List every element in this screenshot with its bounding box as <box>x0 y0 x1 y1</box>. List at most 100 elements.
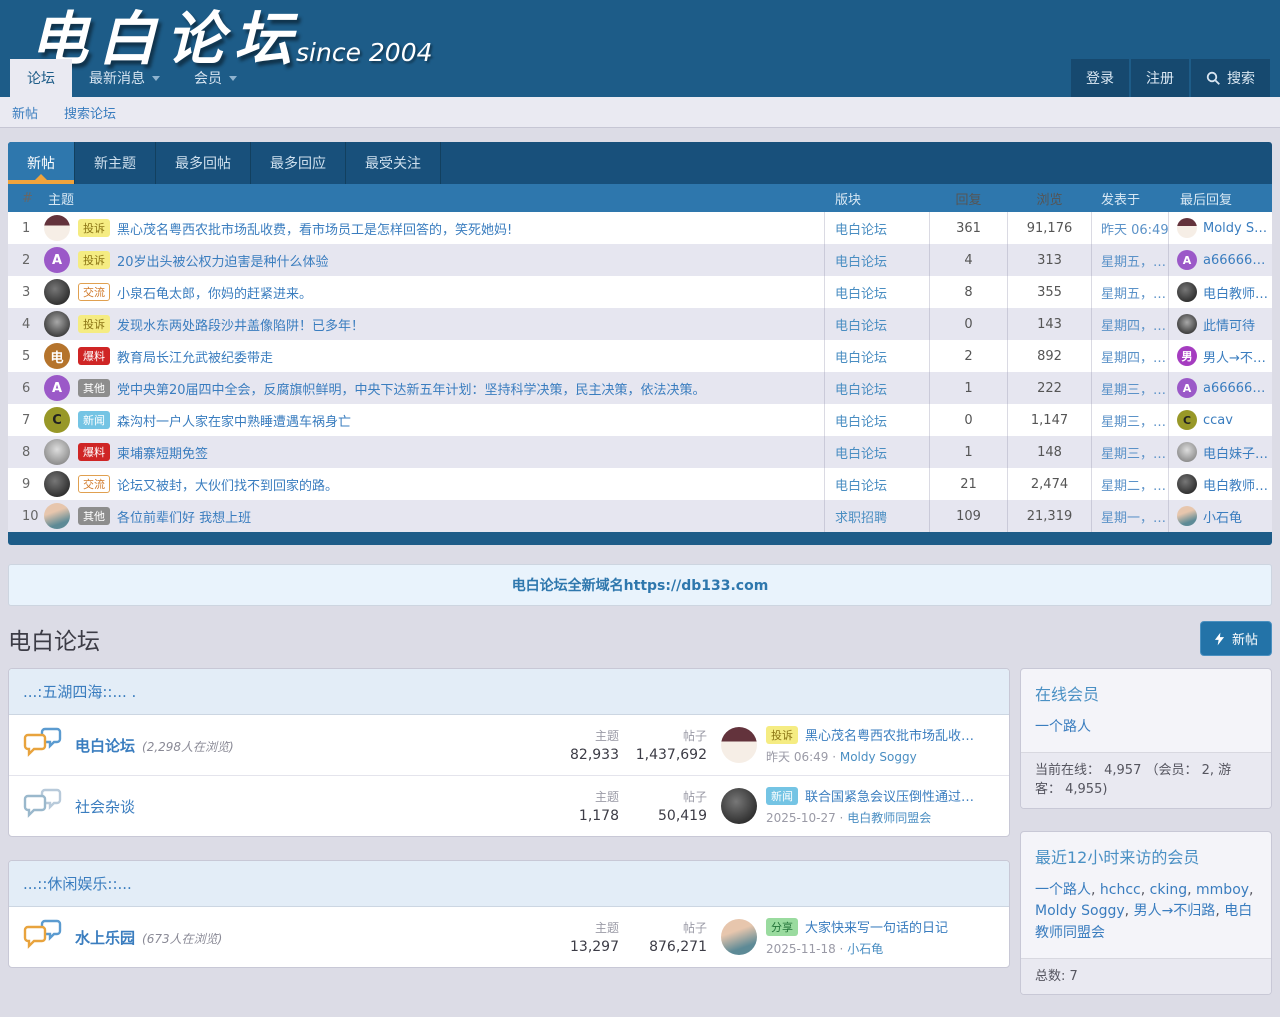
forum-name-link[interactable]: 社会杂谈 <box>75 796 135 817</box>
latest-post-author-link[interactable]: 电白教师同盟会 <box>847 811 931 825</box>
latest-post-title-link[interactable]: 大家快来写一句话的日记 <box>805 917 948 936</box>
last-reply-avatar[interactable] <box>1177 506 1197 526</box>
topic-title-link[interactable]: 党中央第20届四中全会，反腐旗帜鲜明，中央下达新五年计划：坚持科学决策，民主决策… <box>117 379 706 398</box>
subnav-search-forums-link[interactable]: 搜索论坛 <box>64 103 116 122</box>
topic-prefix-tag[interactable]: 其他 <box>78 507 110 525</box>
last-reply-avatar[interactable] <box>1177 218 1197 238</box>
widget-tab-2[interactable]: 新主题 <box>75 142 156 184</box>
new-post-button[interactable]: 新帖 <box>1200 621 1272 656</box>
latest-post-avatar[interactable] <box>721 919 757 955</box>
topic-title-link[interactable]: 小泉石龟太郎，你妈的赶紧进来。 <box>117 283 312 302</box>
topic-prefix-tag[interactable]: 其他 <box>78 379 110 397</box>
forum-link[interactable]: 电白论坛 <box>835 411 887 430</box>
topic-author-avatar[interactable] <box>44 439 70 465</box>
topic-prefix-tag[interactable]: 爆料 <box>78 443 110 461</box>
topic-title-link[interactable]: 20岁出头被公权力迫害是种什么体验 <box>117 251 329 270</box>
posted-date-link[interactable]: 星期二，… <box>1101 475 1166 494</box>
topic-prefix-tag[interactable]: 分享 <box>766 918 798 936</box>
topic-title-link[interactable]: 柬埔寨短期免签 <box>117 443 208 462</box>
widget-tab-5[interactable]: 最受关注 <box>346 142 441 184</box>
latest-post-author-link[interactable]: Moldy Soggy <box>840 750 917 764</box>
member-link[interactable]: 一个路人 <box>1035 719 1091 735</box>
nav-tab-forum[interactable]: 论坛 <box>10 59 72 97</box>
topic-prefix-tag[interactable]: 投诉 <box>78 251 110 269</box>
last-reply-user-link[interactable]: 小石龟 <box>1203 507 1242 526</box>
forum-link[interactable]: 电白论坛 <box>835 443 887 462</box>
forum-name-link[interactable]: 电白论坛 <box>75 735 135 756</box>
topic-title-link[interactable]: 森沟村一户人家在家中熟睡遭遇车祸身亡 <box>117 411 351 430</box>
topic-author-avatar[interactable] <box>44 279 70 305</box>
subnav-new-posts-link[interactable]: 新帖 <box>12 103 38 122</box>
last-reply-avatar[interactable] <box>1177 474 1197 494</box>
forum-link[interactable]: 电白论坛 <box>835 475 887 494</box>
topic-prefix-tag[interactable]: 投诉 <box>766 726 798 744</box>
latest-post-avatar[interactable] <box>721 788 757 824</box>
widget-tab-3[interactable]: 最多回帖 <box>156 142 251 184</box>
forum-bubbles-icon[interactable] <box>23 727 63 764</box>
latest-post-title-link[interactable]: 黑心茂名粤西农批市场乱收… <box>805 725 974 744</box>
topic-prefix-tag[interactable]: 交流 <box>78 475 110 493</box>
forum-link[interactable]: 电白论坛 <box>835 283 887 302</box>
last-reply-user-link[interactable]: 此情可待 <box>1203 315 1255 334</box>
last-reply-user-link[interactable]: 电白教师… <box>1203 283 1268 302</box>
posted-date-link[interactable]: 星期四，… <box>1101 347 1166 366</box>
topic-title-link[interactable]: 发现水东两处路段沙井盖像陷阱！已多年！ <box>117 315 364 334</box>
topic-prefix-tag[interactable]: 新闻 <box>766 787 798 805</box>
recent-visitors-title[interactable]: 最近12小时来访的会员 <box>1021 832 1271 876</box>
posted-date-link[interactable]: 星期三，… <box>1101 379 1166 398</box>
login-button[interactable]: 登录 <box>1071 59 1129 97</box>
topic-author-avatar[interactable]: C <box>44 407 70 433</box>
topic-prefix-tag[interactable]: 投诉 <box>78 315 110 333</box>
topic-author-avatar[interactable] <box>44 215 70 241</box>
member-link[interactable]: Moldy Soggy <box>1035 903 1125 919</box>
topic-author-avatar[interactable] <box>44 311 70 337</box>
posted-date-link[interactable]: 昨天 06:49 <box>1101 219 1168 238</box>
latest-post-title-link[interactable]: 联合国紧急会议压倒性通过… <box>805 786 974 805</box>
forum-link[interactable]: 求职招聘 <box>835 507 887 526</box>
topic-prefix-tag[interactable]: 爆料 <box>78 347 110 365</box>
topic-prefix-tag[interactable]: 投诉 <box>78 219 110 237</box>
forum-name-link[interactable]: 水上乐园 <box>75 927 135 948</box>
last-reply-user-link[interactable]: 男人→不… <box>1203 347 1266 366</box>
topic-prefix-tag[interactable]: 交流 <box>78 283 110 301</box>
last-reply-avatar[interactable]: A <box>1177 250 1197 270</box>
forum-link[interactable]: 电白论坛 <box>835 347 887 366</box>
topic-author-avatar[interactable] <box>44 503 70 529</box>
forum-bubbles-icon[interactable] <box>23 788 63 825</box>
widget-tab-1[interactable]: 新帖 <box>8 142 75 184</box>
search-button[interactable]: 搜索 <box>1191 59 1270 97</box>
last-reply-user-link[interactable]: Moldy So… <box>1203 221 1272 236</box>
posted-date-link[interactable]: 星期三，… <box>1101 443 1166 462</box>
posted-date-link[interactable]: 星期五，… <box>1101 283 1166 302</box>
latest-post-author-link[interactable]: 小石龟 <box>847 942 883 956</box>
member-link[interactable]: hchcc <box>1100 882 1141 898</box>
posted-date-link[interactable]: 星期三，… <box>1101 411 1166 430</box>
register-button[interactable]: 注册 <box>1131 59 1189 97</box>
online-members-title[interactable]: 在线会员 <box>1021 669 1271 713</box>
topic-author-avatar[interactable]: A <box>44 247 70 273</box>
last-reply-avatar[interactable] <box>1177 442 1197 462</box>
forum-link[interactable]: 电白论坛 <box>835 315 887 334</box>
forum-link[interactable]: 电白论坛 <box>835 379 887 398</box>
topic-author-avatar[interactable]: 电 <box>44 343 70 369</box>
last-reply-user-link[interactable]: 电白教师… <box>1203 475 1268 494</box>
topic-title-link[interactable]: 论坛又被封，大伙们找不到回家的路。 <box>117 475 338 494</box>
last-reply-user-link[interactable]: a66666699 <box>1203 253 1272 268</box>
topic-prefix-tag[interactable]: 新闻 <box>78 411 110 429</box>
member-link[interactable]: 男人→不归路 <box>1134 903 1216 919</box>
posted-date-link[interactable]: 星期一，… <box>1101 507 1166 526</box>
notice-link[interactable]: 电白论坛全新域名https://db133.com <box>512 575 769 595</box>
last-reply-user-link[interactable]: ccav <box>1203 413 1233 428</box>
latest-post-avatar[interactable] <box>721 727 757 763</box>
category-header[interactable]: ...:五湖四海::... . <box>9 669 1009 715</box>
last-reply-avatar[interactable]: C <box>1177 410 1197 430</box>
member-link[interactable]: mmboy <box>1196 882 1249 898</box>
nav-tab-whats-new[interactable]: 最新消息 <box>72 59 177 97</box>
forum-bubbles-icon[interactable] <box>23 919 63 956</box>
nav-tab-members[interactable]: 会员 <box>177 59 254 97</box>
member-link[interactable]: 一个路人 <box>1035 882 1091 898</box>
forum-link[interactable]: 电白论坛 <box>835 251 887 270</box>
topic-author-avatar[interactable] <box>44 471 70 497</box>
posted-date-link[interactable]: 星期四，… <box>1101 315 1166 334</box>
last-reply-user-link[interactable]: a66666699 <box>1203 381 1272 396</box>
